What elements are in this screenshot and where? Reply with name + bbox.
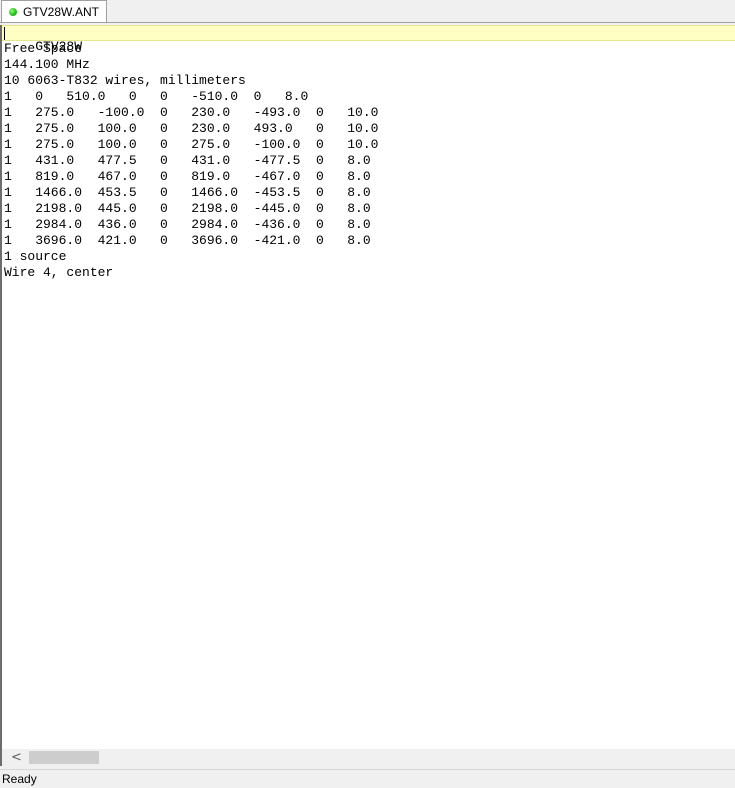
editor-line[interactable]: 1 source: [2, 249, 735, 265]
tab-title: GTV28W.ANT: [23, 4, 100, 19]
editor-line[interactable]: 1 275.0 -100.0 0 230.0 -493.0 0 10.0: [2, 105, 735, 121]
horizontal-scrollbar[interactable]: <: [0, 749, 735, 766]
text-caret: [4, 27, 5, 40]
editor-line[interactable]: 10 6063-T832 wires, millimeters: [2, 73, 735, 89]
editor-line[interactable]: Wire 4, center: [2, 265, 735, 281]
editor-line[interactable]: 1 275.0 100.0 0 230.0 493.0 0 10.0: [2, 121, 735, 137]
green-dot-icon: [9, 7, 17, 16]
editor-line[interactable]: 144.100 MHz: [2, 57, 735, 73]
editor-line[interactable]: 1 819.0 467.0 0 819.0 -467.0 0 8.0: [2, 169, 735, 185]
tab-bar: GTV28W.ANT: [0, 0, 735, 23]
scroll-thumb[interactable]: [29, 751, 99, 764]
editor-line[interactable]: 1 275.0 100.0 0 275.0 -100.0 0 10.0: [2, 137, 735, 153]
text-editor[interactable]: GTV28W Free Space 144.100 MHz 10 6063-T8…: [0, 25, 735, 749]
tab-file[interactable]: GTV28W.ANT: [1, 0, 107, 22]
status-bar: Ready: [0, 769, 735, 787]
editor-line[interactable]: 1 2984.0 436.0 0 2984.0 -436.0 0 8.0: [2, 217, 735, 233]
editor-line[interactable]: 1 1466.0 453.5 0 1466.0 -453.5 0 8.0: [2, 185, 735, 201]
editor-line[interactable]: 1 2198.0 445.0 0 2198.0 -445.0 0 8.0: [2, 201, 735, 217]
editor-line[interactable]: 1 3696.0 421.0 0 3696.0 -421.0 0 8.0: [2, 233, 735, 249]
editor-line[interactable]: 1 0 510.0 0 0 -510.0 0 8.0: [2, 89, 735, 105]
editor-line[interactable]: 1 431.0 477.5 0 431.0 -477.5 0 8.0: [2, 153, 735, 169]
editor-line-current[interactable]: GTV28W: [2, 25, 735, 54]
scroll-left-arrow-icon[interactable]: <: [8, 749, 25, 766]
editor-line[interactable]: Free Space: [2, 41, 735, 57]
status-text: Ready: [2, 772, 37, 786]
